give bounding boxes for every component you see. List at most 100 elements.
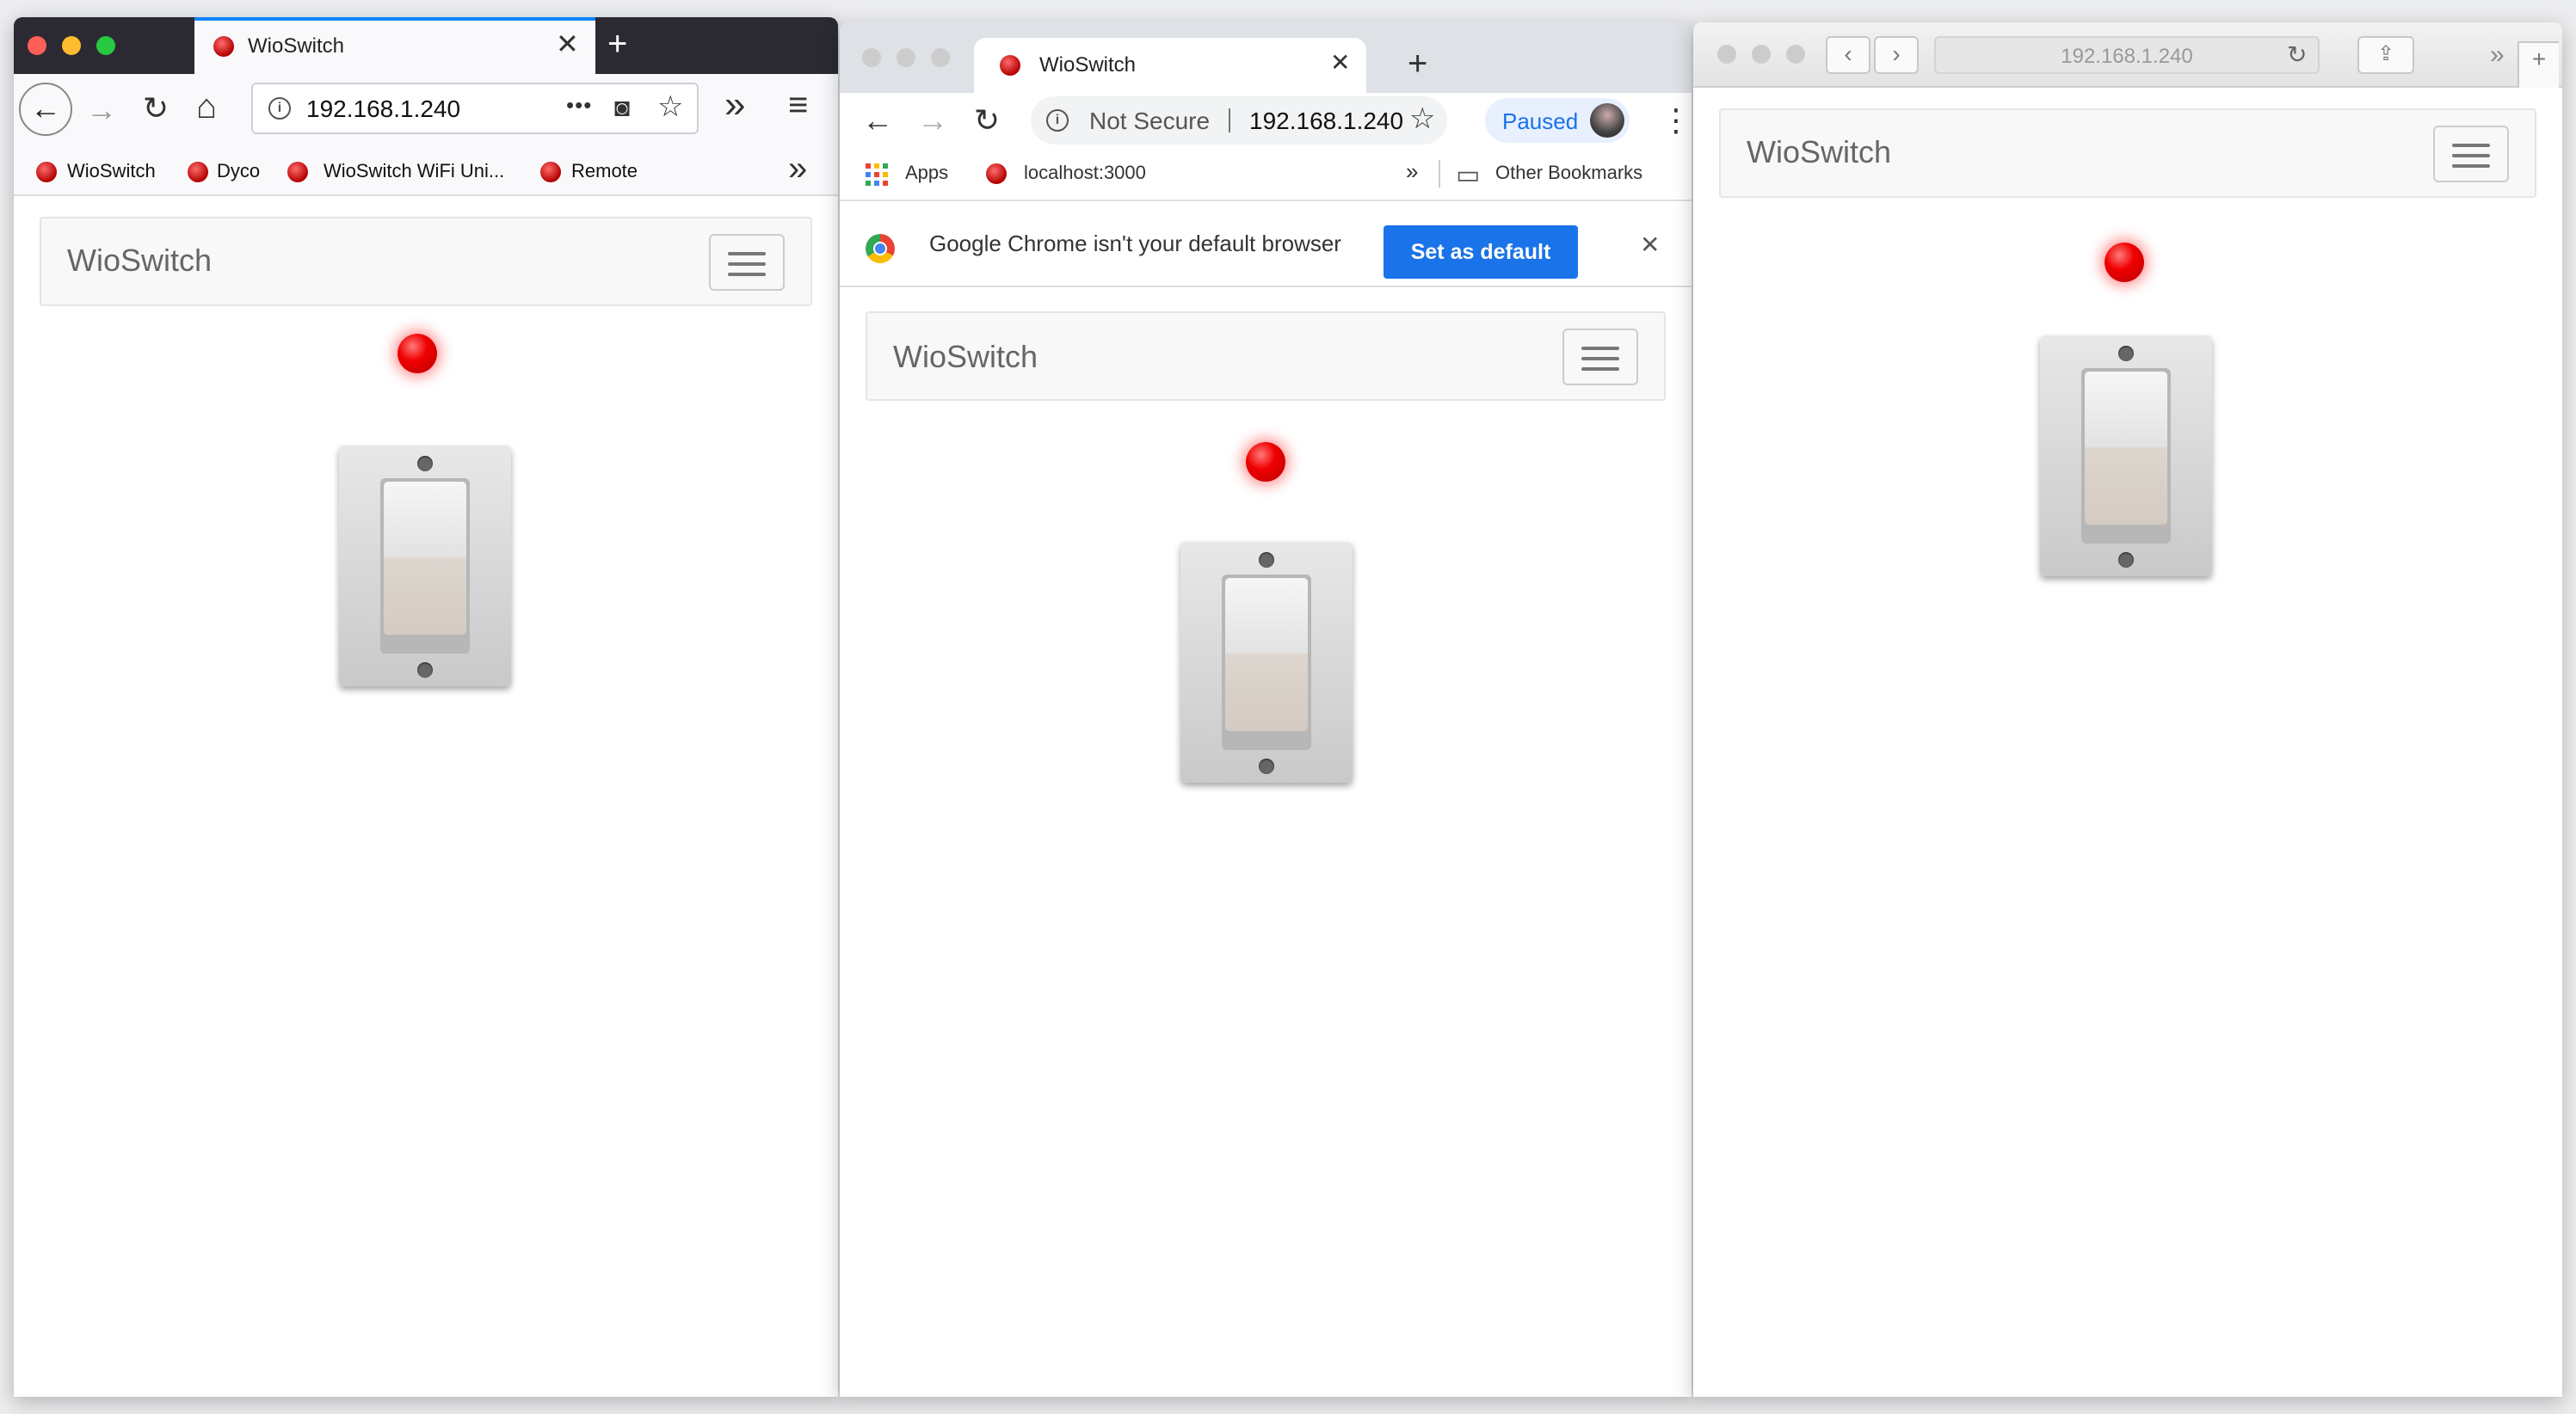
brand-title[interactable]: WioSwitch [1747, 134, 1891, 170]
light-switch[interactable] [339, 446, 511, 686]
info-icon[interactable]: i [268, 97, 291, 120]
profile-paused-button[interactable]: Paused [1485, 98, 1630, 143]
new-tab-button[interactable]: + [2517, 41, 2559, 88]
chrome-window: WioSwitch ✕ + ← → ↻ i Not Secure 192.168… [840, 22, 1692, 1397]
minimize-window-button[interactable] [62, 36, 81, 55]
kebab-menu-icon[interactable]: ⋮ [1661, 103, 1692, 138]
firefox-window: WioSwitch ✕ + ← → ↻ ⌂ i 192.168.1.240 ••… [14, 17, 838, 1397]
overflow-chevron-icon[interactable]: » [724, 86, 745, 124]
pocket-icon[interactable]: ◙ [614, 91, 630, 126]
minimize-window-button[interactable] [897, 48, 915, 67]
wioswitch-favicon-icon [213, 36, 234, 57]
light-switch[interactable] [2040, 335, 2212, 576]
set-as-default-button[interactable]: Set as default [1384, 225, 1578, 279]
url-text: 192.168.1.240 [2061, 45, 2193, 68]
reload-button[interactable]: ↻ [143, 91, 169, 126]
bookmarks-toolbar: WioSwitch Dyco WioSwitch WiFi Uni... Rem… [14, 148, 838, 196]
back-button[interactable]: ← [862, 103, 893, 138]
forward-button[interactable]: → [86, 93, 117, 127]
bookmark-star-icon[interactable]: ☆ [657, 89, 683, 124]
close-tab-icon[interactable]: ✕ [556, 28, 579, 60]
switch-rocker[interactable] [380, 478, 470, 654]
bookmark-dyco[interactable]: Dyco [217, 160, 260, 182]
bookmark-other[interactable]: Other Bookmarks [1495, 162, 1642, 184]
brand-title[interactable]: WioSwitch [67, 243, 212, 279]
screw [417, 456, 433, 471]
bookmark-remote[interactable]: Remote [571, 160, 638, 182]
tab-wioswitch[interactable]: WioSwitch ✕ [194, 17, 595, 74]
navbar: WioSwitch [40, 217, 812, 306]
avatar [1590, 103, 1624, 138]
bookmark-localhost[interactable]: localhost:3000 [1024, 162, 1146, 184]
url-bar[interactable]: i 192.168.1.240 ••• ◙ ☆ [251, 83, 699, 134]
screw [2118, 552, 2134, 568]
navbar: WioSwitch [866, 311, 1666, 401]
bookmark-favicon-icon [540, 162, 561, 182]
tab-wioswitch[interactable]: WioSwitch ✕ [974, 38, 1366, 93]
new-tab-button[interactable]: + [607, 22, 627, 65]
status-led [1246, 442, 1285, 482]
bookmark-star-icon[interactable]: ☆ [1409, 101, 1435, 136]
bookmark-wioswitch[interactable]: WioSwitch [67, 160, 156, 182]
url-text: 192.168.1.240 [306, 95, 461, 122]
url-bar[interactable]: 192.168.1.240 ↻ [1934, 36, 2320, 74]
security-label: Not Secure [1089, 108, 1211, 134]
status-led [397, 334, 437, 373]
navbar-toggle-button[interactable] [709, 234, 785, 291]
bookmark-favicon-icon [287, 162, 308, 182]
zoom-window-button[interactable] [96, 36, 115, 55]
zoom-window-button[interactable] [1786, 45, 1805, 64]
wioswitch-favicon-icon [1000, 55, 1020, 76]
folder-icon: ▭ [1456, 161, 1481, 189]
screw [417, 662, 433, 678]
switch-rocker[interactable] [2081, 368, 2171, 544]
navbar-toggle-button[interactable] [1562, 329, 1638, 385]
page-actions-icon[interactable]: ••• [566, 88, 592, 122]
profile-status: Paused [1502, 108, 1579, 134]
minimize-window-button[interactable] [1752, 45, 1771, 64]
forward-button[interactable]: › [1874, 36, 1919, 74]
chrome-titlebar: WioSwitch ✕ + [840, 22, 1692, 93]
close-tab-icon[interactable]: ✕ [1330, 48, 1350, 77]
bookmark-favicon-icon [986, 163, 1007, 184]
firefox-titlebar: WioSwitch ✕ + [14, 17, 838, 74]
bookmark-apps[interactable]: Apps [905, 162, 948, 184]
bookmarks-bar: Apps localhost:3000 » ▭ Other Bookmarks [840, 148, 1692, 201]
info-icon[interactable]: i [1046, 109, 1069, 132]
close-window-button[interactable] [28, 36, 46, 55]
share-button[interactable]: ⇪ [2357, 36, 2414, 74]
navbar-toggle-button[interactable] [2433, 126, 2509, 182]
safari-toolbar: ‹ › 192.168.1.240 ↻ ⇪ » + [1693, 22, 2562, 88]
reload-button[interactable]: ↻ [974, 103, 1000, 138]
page-content: WioSwitch [14, 196, 838, 1397]
switch-rocker[interactable] [1222, 575, 1311, 750]
new-tab-button[interactable]: + [1408, 45, 1427, 83]
reload-button[interactable]: ↻ [2287, 38, 2307, 72]
overflow-chevron-icon[interactable]: » [2490, 38, 2505, 72]
forward-button[interactable]: → [917, 103, 948, 138]
omnibox[interactable]: i Not Secure 192.168.1.240 ☆ [1031, 96, 1447, 144]
brand-title[interactable]: WioSwitch [893, 339, 1038, 375]
back-button[interactable]: ← [19, 83, 72, 136]
zoom-window-button[interactable] [931, 48, 950, 67]
bookmark-wioswitch-wifi[interactable]: WioSwitch WiFi Uni... [324, 160, 504, 182]
chrome-toolbar: ← → ↻ i Not Secure 192.168.1.240 ☆ Pause… [840, 93, 1692, 148]
hamburger-menu-icon[interactable]: ≡ [788, 88, 808, 122]
status-led [2105, 243, 2144, 282]
home-button[interactable]: ⌂ [196, 89, 217, 124]
safari-window: ‹ › 192.168.1.240 ↻ ⇪ » + WioSwitch [1693, 22, 2562, 1397]
tab-title: WioSwitch [248, 34, 345, 58]
close-window-button[interactable] [1717, 45, 1736, 64]
bookmarks-overflow-icon[interactable]: » [1406, 158, 1418, 185]
infobar-message: Google Chrome isn't your default browser [929, 231, 1341, 256]
back-button[interactable]: ‹ [1826, 36, 1870, 74]
close-window-button[interactable] [862, 48, 881, 67]
apps-icon [866, 163, 888, 186]
screw [2118, 346, 2134, 361]
screw [1259, 552, 1274, 568]
page-content: WioSwitch [840, 287, 1692, 1397]
light-switch[interactable] [1180, 542, 1353, 783]
bookmarks-overflow-icon[interactable]: » [788, 151, 807, 186]
close-infobar-icon[interactable]: ✕ [1640, 231, 1660, 259]
bookmark-favicon-icon [36, 162, 57, 182]
